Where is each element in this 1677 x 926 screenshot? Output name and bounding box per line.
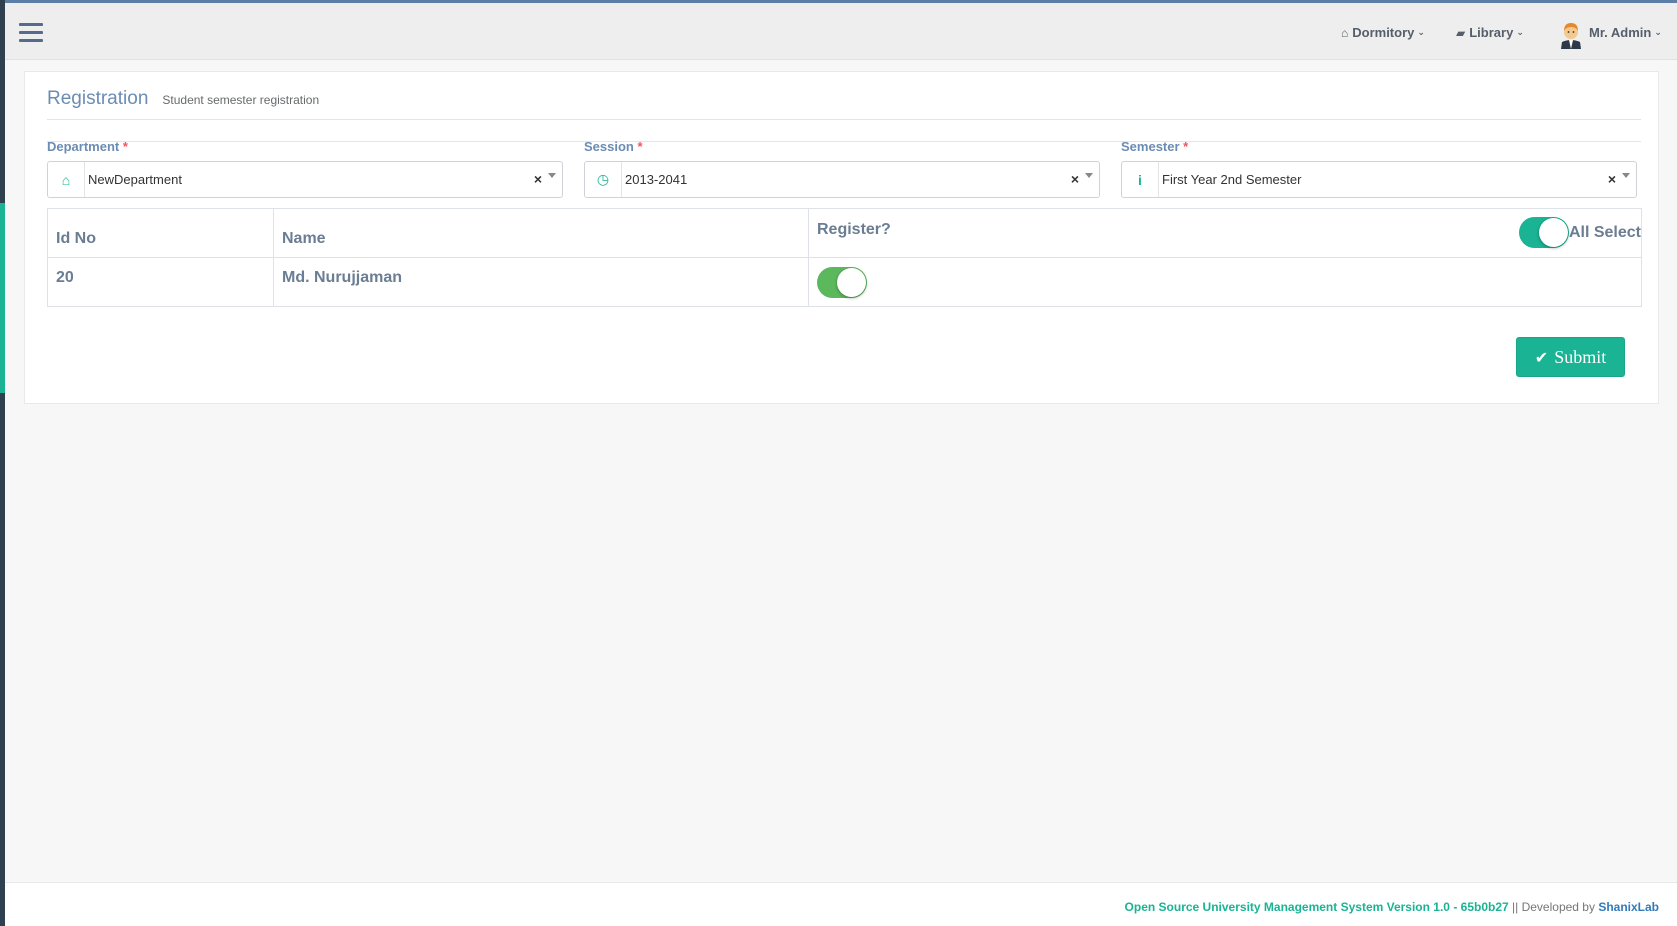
divider	[47, 119, 1641, 120]
cell-register	[808, 257, 1642, 307]
book-icon: ▰	[1456, 25, 1466, 40]
session-value: 2013-2041	[625, 172, 688, 187]
home-icon: ⌂	[1341, 25, 1349, 40]
table-row: 20 Md. Nurujjaman	[47, 257, 1642, 307]
menu-toggle-icon[interactable]	[19, 23, 43, 43]
divider	[47, 141, 1641, 142]
department-label: Department *	[47, 139, 128, 154]
department-select[interactable]: ⌂ NewDepartment ×	[47, 161, 563, 198]
submit-button[interactable]: ✔ Submit	[1516, 337, 1625, 377]
clear-icon[interactable]: ×	[534, 171, 542, 187]
semester-value: First Year 2nd Semester	[1162, 172, 1302, 187]
user-menu-dropdown[interactable]: Mr. Admin ⌄	[1589, 25, 1662, 40]
session-select[interactable]: ◷ 2013-2041 ×	[584, 161, 1100, 198]
required-marker: *	[1183, 139, 1189, 154]
table-header-row: Id No Name Register? All Select	[47, 208, 1642, 258]
register-toggle[interactable]	[817, 267, 867, 298]
chevron-down-icon: ⌄	[1654, 27, 1662, 37]
registration-panel: Registration Student semester registrati…	[24, 71, 1659, 404]
chevron-down-icon: ⌄	[1417, 27, 1425, 37]
clear-icon[interactable]: ×	[1071, 171, 1079, 187]
sidebar-active-indicator	[0, 203, 5, 393]
required-marker: *	[637, 139, 643, 154]
clear-icon[interactable]: ×	[1608, 171, 1616, 187]
system-version-text: Open Source University Management System…	[1124, 900, 1509, 914]
caret-down-icon[interactable]	[1622, 173, 1630, 178]
top-navbar: ⌂ Dormitory ⌄ ▰ Library ⌄ Mr. Admin ⌄	[5, 3, 1677, 60]
nav-library-label: Library	[1469, 25, 1514, 40]
registration-table: Id No Name Register? All Select 20 Md. N…	[47, 208, 1642, 307]
footer-text: Open Source University Management System…	[1125, 900, 1659, 914]
column-header-register: Register? All Select	[808, 208, 1642, 258]
developer-link[interactable]: ShanixLab	[1598, 900, 1659, 914]
clock-icon: ◷	[585, 162, 622, 197]
page-subtitle: Student semester registration	[162, 93, 320, 107]
session-label: Session *	[584, 139, 643, 154]
check-icon: ✔	[1534, 347, 1549, 367]
avatar[interactable]	[1558, 21, 1584, 49]
footer: Open Source University Management System…	[5, 882, 1677, 926]
nav-dormitory-dropdown[interactable]: ⌂ Dormitory ⌄	[1341, 25, 1425, 40]
all-select-label: All Select	[1568, 223, 1641, 241]
semester-select[interactable]: i First Year 2nd Semester ×	[1121, 161, 1637, 198]
column-header-id: Id No	[47, 208, 274, 258]
sidebar-collapsed	[0, 0, 5, 926]
nav-dormitory-label: Dormitory	[1352, 25, 1415, 40]
panel-header: Registration Student semester registrati…	[47, 88, 319, 110]
caret-down-icon[interactable]	[1085, 173, 1093, 178]
submit-label: Submit	[1554, 346, 1607, 367]
developed-by-text: || Developed by	[1508, 900, 1599, 914]
all-select-toggle[interactable]	[1518, 217, 1569, 248]
all-select-control: All Select	[1518, 217, 1641, 248]
semester-label: Semester *	[1121, 139, 1189, 154]
nav-library-dropdown[interactable]: ▰ Library ⌄	[1456, 25, 1524, 40]
department-value: NewDepartment	[88, 172, 182, 187]
home-icon: ⌂	[48, 162, 85, 197]
info-icon: i	[1122, 162, 1159, 197]
cell-name: Md. Nurujjaman	[273, 257, 809, 307]
caret-down-icon[interactable]	[548, 173, 556, 178]
cell-id: 20	[47, 257, 274, 307]
user-name-label: Mr. Admin	[1589, 25, 1652, 40]
chevron-down-icon: ⌄	[1516, 27, 1524, 37]
page-title: Registration	[47, 88, 149, 109]
column-header-name: Name	[273, 208, 809, 258]
required-marker: *	[122, 139, 128, 154]
